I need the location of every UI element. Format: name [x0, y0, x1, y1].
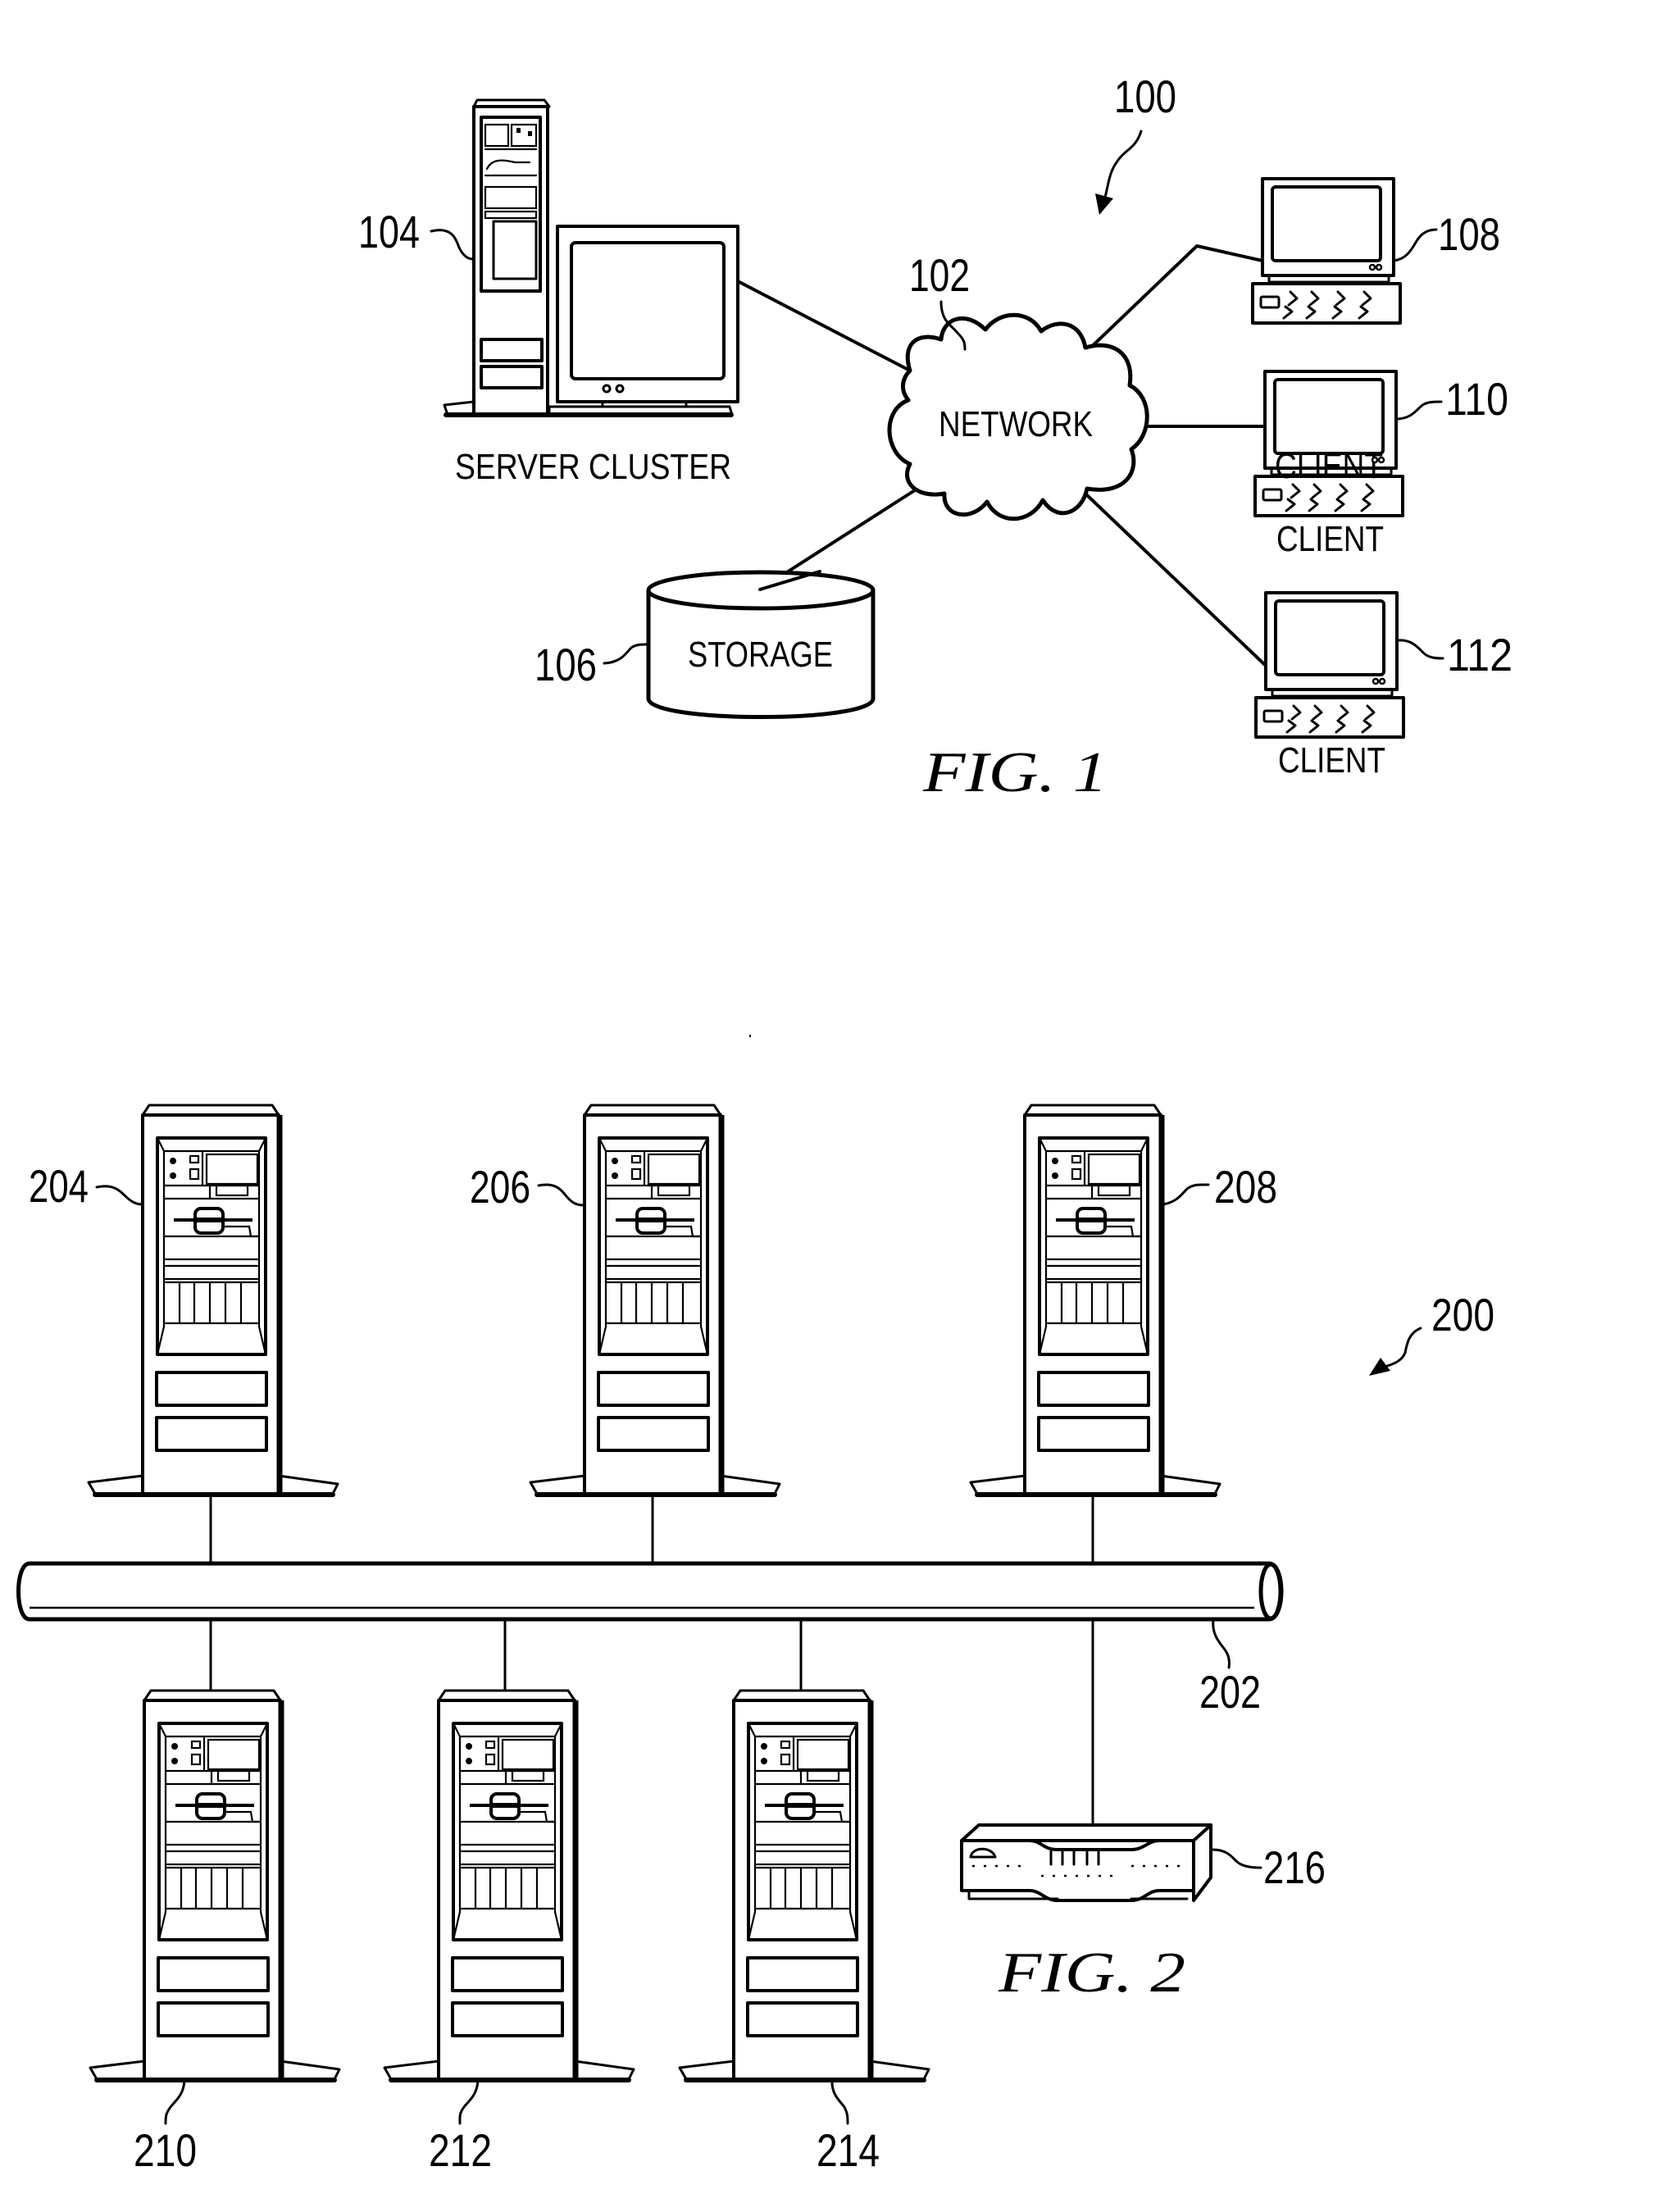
arrowhead-200-icon	[1369, 1358, 1390, 1376]
storage[interactable]: 106 STORAGE	[535, 570, 876, 719]
network-bus-pipe-icon	[16, 1561, 1284, 1622]
link-network-client-112	[1085, 494, 1267, 667]
ref-208-label: 208	[1214, 1161, 1277, 1213]
ref-204-label: 204	[29, 1160, 89, 1212]
server-206[interactable]: 206	[470, 1105, 780, 1495]
ref-102-label: 102	[909, 249, 970, 301]
arrow-200-icon	[1381, 1327, 1422, 1369]
server-214[interactable]: 214	[680, 1691, 929, 2176]
patent-drawing-sheet: 100 104 SERVER CLUSTER 102 NETWORK 106 S…	[16, 71, 1513, 2176]
network-device-216[interactable]: 216	[960, 1823, 1326, 1902]
server-tower-icon	[90, 1691, 339, 2080]
client-workstation-icon	[1251, 177, 1402, 325]
server-tower-icon	[443, 98, 551, 416]
ref-106-label: 106	[535, 639, 597, 690]
link-server-network	[736, 280, 912, 372]
ref-100-label: 100	[1114, 71, 1176, 122]
ref-112-label: 112	[1447, 629, 1513, 680]
leader-104	[430, 229, 475, 261]
server-tower-icon	[680, 1691, 929, 2080]
leader-206	[537, 1183, 585, 1207]
client-workstation-icon	[1254, 591, 1405, 739]
ref-206-label: 206	[470, 1161, 530, 1213]
ref-202-label: 202	[1199, 1666, 1261, 1718]
network-cloud[interactable]: 102 NETWORK	[887, 249, 1149, 521]
server-tower-icon	[530, 1105, 780, 1495]
monitor-icon	[548, 225, 739, 416]
ref-210-label: 210	[134, 2124, 197, 2176]
leader-214	[830, 2078, 849, 2125]
leader-212	[458, 2078, 480, 2125]
client-112[interactable]: 112 CLIENT	[1254, 591, 1513, 781]
leader-204	[95, 1185, 144, 1206]
server-210[interactable]: 210	[90, 1691, 339, 2176]
server-208[interactable]: 208	[971, 1105, 1277, 1495]
server-tower-icon	[89, 1105, 338, 1495]
ref-200-label: 200	[1431, 1289, 1494, 1340]
scan-speck	[749, 1035, 751, 1037]
client-110-label: CLIENT	[1276, 519, 1384, 559]
leader-208	[1162, 1183, 1210, 1206]
server-cluster-label: SERVER CLUSTER	[455, 447, 731, 487]
leader-112	[1397, 639, 1444, 660]
router-hub-icon	[960, 1823, 1212, 1902]
figure-2: 202 200 204 206 208 210 212 214 216 FIG.…	[16, 1105, 1494, 2176]
arrow-100-icon	[1102, 130, 1143, 205]
leader-216	[1211, 1848, 1262, 1869]
storage-label: STORAGE	[688, 635, 833, 675]
server-tower-icon	[384, 1691, 634, 2080]
ref-104-label: 104	[358, 206, 420, 257]
client-workstation-icon	[1253, 370, 1404, 517]
leader-110	[1396, 400, 1443, 421]
server-cluster[interactable]: 104 SERVER CLUSTER	[358, 98, 739, 487]
leader-202	[1212, 1618, 1231, 1669]
ref-212-label: 212	[429, 2124, 492, 2176]
leader-108	[1392, 228, 1438, 262]
ref-214-label: 214	[817, 2124, 880, 2176]
figure-1: 100 104 SERVER CLUSTER 102 NETWORK 106 S…	[358, 71, 1513, 804]
server-tower-icon	[971, 1105, 1220, 1495]
client-108[interactable]: 108 CLIENT	[1251, 177, 1500, 486]
ref-110-label: 110	[1445, 373, 1508, 425]
arrowhead-100-icon	[1095, 193, 1113, 215]
leader-210	[164, 2078, 186, 2125]
network-label: NETWORK	[939, 404, 1093, 444]
ref-108-label: 108	[1438, 208, 1500, 260]
leader-106	[603, 643, 649, 665]
server-212[interactable]: 212	[384, 1691, 634, 2176]
client-112-label: CLIENT	[1278, 740, 1385, 781]
ref-216-label: 216	[1263, 1841, 1326, 1893]
link-network-client-108	[1082, 244, 1264, 356]
figure-2-caption: FIG. 2	[998, 1941, 1185, 2005]
figure-1-caption: FIG. 1	[922, 741, 1108, 804]
server-204[interactable]: 204	[29, 1105, 338, 1495]
